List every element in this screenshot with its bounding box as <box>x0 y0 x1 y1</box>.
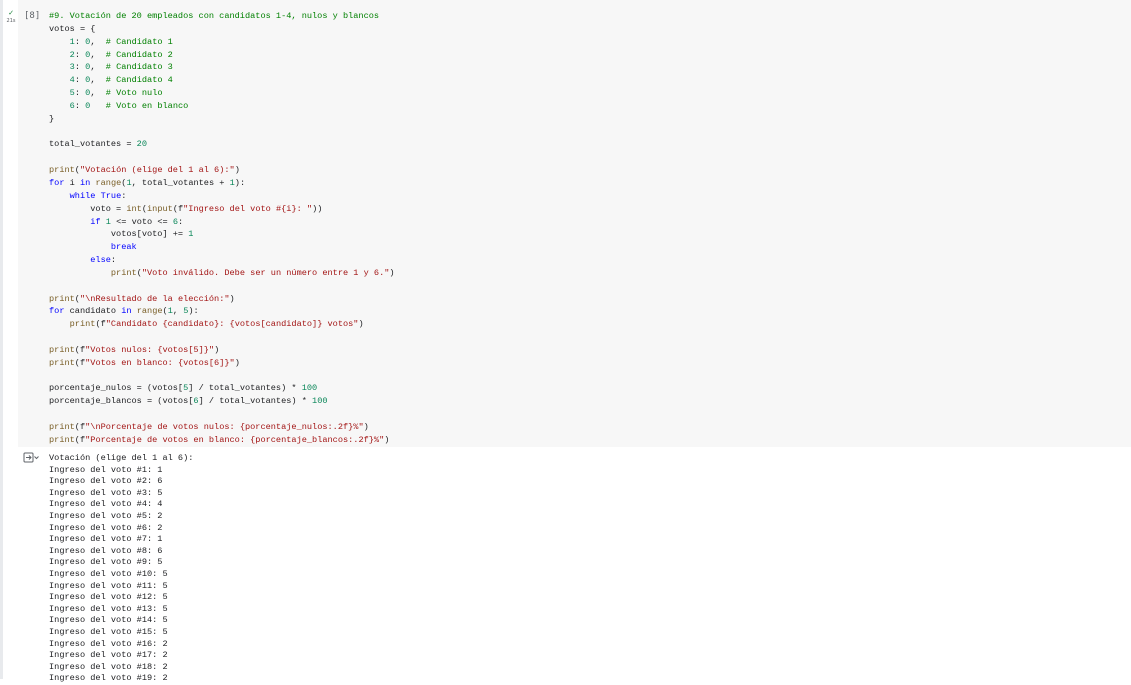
code-line: for candidato in range(1, 5): <box>49 306 199 317</box>
code-line: 1: 0, # Candidato 1 <box>69 36 173 47</box>
code-line: porcentaje_blancos = (votos[6] / total_v… <box>49 396 328 407</box>
output-line: Ingreso del voto #18: 2 <box>49 661 168 672</box>
output-line: Ingreso del voto #15: 5 <box>49 626 168 637</box>
cell-output: Votación (elige del 1 al 6): Ingreso del… <box>49 453 193 685</box>
code-line: else: <box>90 255 117 266</box>
run-time: 21s <box>6 18 16 24</box>
code-line: 2: 0, # Candidato 2 <box>69 49 173 60</box>
output-line: Ingreso del voto #10: 5 <box>49 568 168 579</box>
output-line: Ingreso del voto #7: 1 <box>49 534 163 545</box>
output-line: Ingreso del voto #5: 2 <box>49 510 163 521</box>
code-line: print("Voto inválido. Debe ser un número… <box>110 267 395 278</box>
output-line: Ingreso del voto #9: 5 <box>49 557 163 568</box>
code-line: print("Votación (elige del 1 al 6):") <box>49 165 240 176</box>
code-line: break <box>110 242 137 253</box>
output-line: Ingreso del voto #11: 5 <box>49 580 168 591</box>
output-line: Ingreso del voto #6: 2 <box>49 522 163 533</box>
code-line: print(f"Candidato {candidato}: {votos[ca… <box>69 319 364 330</box>
code-line: print("\nResultado de la elección:") <box>49 293 235 304</box>
check-icon: ✓ <box>8 8 14 17</box>
output-line: Ingreso del voto #3: 5 <box>49 487 163 498</box>
code-line: votos = { <box>49 23 96 34</box>
code-line: print(f"Porcentaje de votos en blanco: {… <box>49 434 390 445</box>
output-line: Ingreso del voto #8: 6 <box>49 545 163 556</box>
code-line: print(f"Votos en blanco: {votos[6]}") <box>49 357 240 368</box>
code-line: } <box>49 113 55 124</box>
code-line: print(f"Votos nulos: {votos[5]}") <box>49 344 220 355</box>
output-line: Ingreso del voto #2: 6 <box>49 476 163 487</box>
output-line: Ingreso del voto #1: 1 <box>49 464 163 475</box>
run-status[interactable]: ✓ 21s <box>4 8 18 26</box>
code-line: 3: 0, # Candidato 3 <box>69 62 173 73</box>
code-line: porcentaje_nulos = (votos[5] / total_vot… <box>49 383 318 394</box>
code-editor[interactable]: #9. Votación de 20 empleados con candida… <box>49 10 395 447</box>
code-line: 6: 0 # Voto en blanco <box>69 100 189 111</box>
code-line: total_votantes = 20 <box>49 139 147 150</box>
output-line: Ingreso del voto #19: 2 <box>49 673 168 684</box>
execution-count: [8] <box>24 11 41 21</box>
output-expand-icon[interactable] <box>23 452 39 464</box>
code-line: if 1 <= voto <= 6: <box>90 216 184 227</box>
notebook-left-border <box>0 0 3 679</box>
code-line: while True: <box>69 190 127 201</box>
code-line: print(f"\nPorcentaje de votos nulos: {po… <box>49 422 369 432</box>
output-line: Ingreso del voto #4: 4 <box>49 499 163 510</box>
code-line: voto = int(input(f"Ingreso del voto #{i}… <box>49 203 323 214</box>
output-line: Ingreso del voto #16: 2 <box>49 638 168 649</box>
code-line: for i in range(1, total_votantes + 1): <box>49 177 246 188</box>
code-line: votos[voto] += 1 <box>49 229 194 240</box>
output-line: Ingreso del voto #12: 5 <box>49 592 168 603</box>
code-line: #9. Votación de 20 empleados con candida… <box>49 11 380 21</box>
output-line: Ingreso del voto #14: 5 <box>49 615 168 626</box>
output-line: Ingreso del voto #17: 2 <box>49 650 168 661</box>
output-line: Ingreso del voto #13: 5 <box>49 603 168 614</box>
code-line: 4: 0, # Candidato 4 <box>69 75 173 86</box>
code-line: 5: 0, # Voto nulo <box>69 88 163 99</box>
output-line: Votación (elige del 1 al 6): <box>49 453 194 463</box>
